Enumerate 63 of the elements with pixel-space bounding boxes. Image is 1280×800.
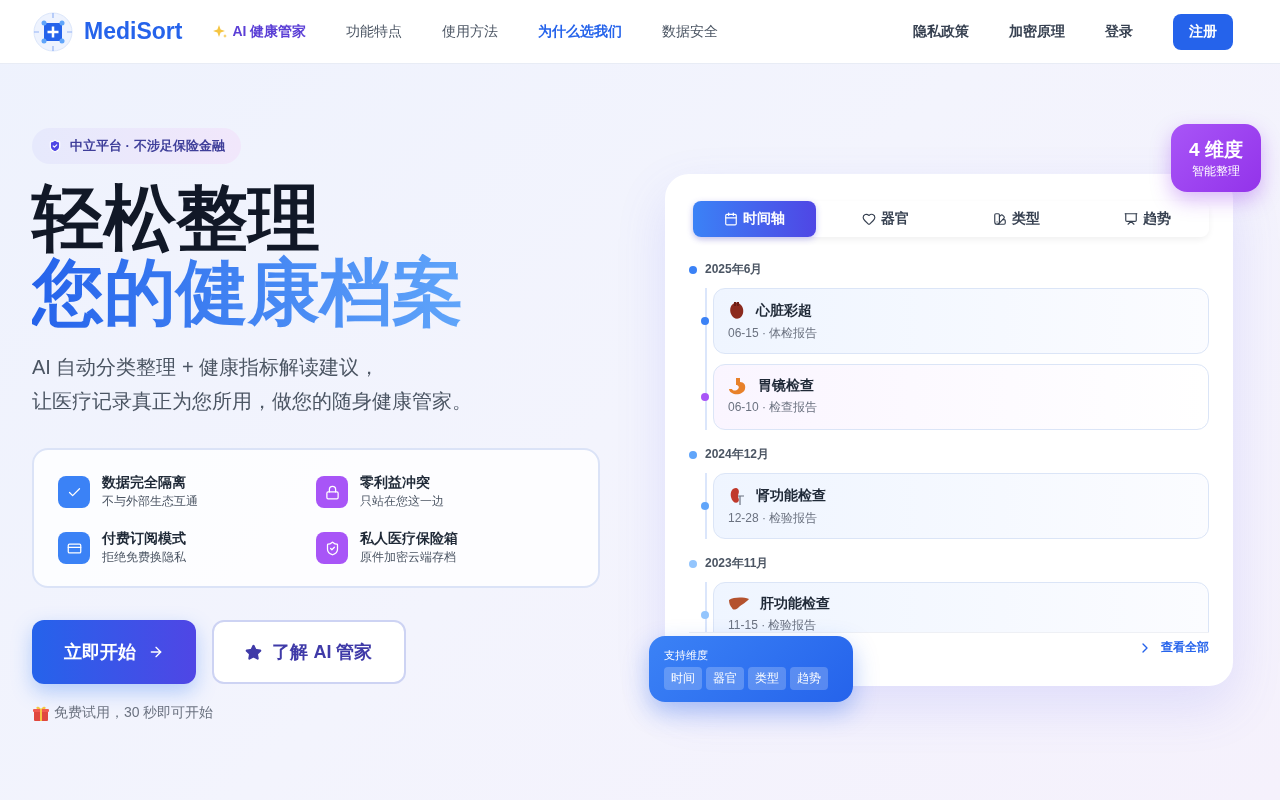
record-card[interactable]: 心脏彩超 06-15 · 体检报告 [713, 288, 1209, 354]
feature-text: 拒绝免费换隐私 [102, 549, 186, 566]
feature-title: 数据完全隔离 [102, 474, 187, 492]
nav-link[interactable]: 为什么选我们 [538, 22, 623, 41]
star-icon [245, 643, 263, 661]
kidney-icon [728, 486, 746, 506]
badge-value: 4 维度 [1189, 137, 1243, 162]
record-meta: 12-28 · 检验报告 [728, 510, 819, 527]
heart-organ-icon [728, 301, 746, 321]
nav-link[interactable]: 加密原理 [1009, 22, 1065, 41]
view-all-link[interactable]: 查看全部 [1137, 639, 1209, 656]
record-meta: 06-10 · 检查报告 [728, 399, 819, 416]
stomach-icon [728, 377, 748, 395]
dimensions-title: 支持维度 [664, 648, 709, 663]
hero-subtitle: AI 自动分类整理 + 健康指标解读建议， 让医疗记录真正为您所用，做您的随身健康管家。 [32, 355, 473, 414]
record-card[interactable]: 肾功能检查 12-28 · 检验报告 [713, 473, 1209, 539]
gift-icon [32, 704, 50, 722]
sparkle-icon [212, 23, 229, 40]
calendar-icon [724, 212, 738, 226]
feature-title: 私人医疗保险箱 [360, 530, 458, 548]
dimension-tag: 类型 [748, 667, 786, 690]
feature-title: 零利益冲突 [360, 474, 431, 492]
chart-board-icon [1124, 212, 1138, 226]
heart-icon [862, 212, 876, 226]
shield-icon [48, 139, 62, 153]
arrow-right-icon [148, 644, 164, 660]
record-title: 肝功能检查 [760, 595, 830, 613]
record-title: 心脏彩超 [756, 302, 812, 320]
record-card[interactable]: 胃镜检查 06-10 · 检查报告 [713, 364, 1209, 430]
nav-link[interactable]: 功能特点 [346, 22, 403, 41]
feature-text: 只站在您这一边 [360, 493, 444, 510]
nav-link[interactable]: 隐私政策 [913, 22, 969, 41]
record-meta: 06-15 · 体检报告 [728, 325, 819, 342]
liver-icon [728, 596, 750, 612]
record-card[interactable]: 肝功能检查 11-15 · 检验报告 [713, 582, 1209, 632]
nav-link[interactable]: AI 健康管家 [212, 22, 307, 41]
record-title: 胃镜检查 [758, 377, 814, 395]
feature-text: 不与外部生态互通 [102, 493, 198, 510]
brand-name[interactable]: MediSort [84, 18, 183, 45]
view-tab[interactable]: 时间轴 [693, 201, 816, 237]
badge-text: 中立平台 · 不涉足保险金融 [70, 137, 225, 155]
learn-ai-button[interactable]: 了解 AI 管家 [212, 620, 406, 684]
trial-note: 免费试用，30 秒即可开始 [54, 704, 214, 722]
record-meta: 11-15 · 检验报告 [728, 617, 818, 632]
logo-icon [32, 10, 74, 53]
nav-link[interactable]: 使用方法 [442, 22, 499, 41]
hero-title-highlight: 您的健康档案 [32, 254, 464, 330]
feature-text: 原件加密云端存档 [360, 549, 457, 566]
feature-title: 付费订阅模式 [102, 530, 186, 548]
start-button[interactable]: 立即开始 [32, 620, 196, 684]
month-label: 2025年6月 [705, 261, 763, 278]
swatch-icon [993, 212, 1007, 226]
nav-link[interactable]: 数据安全 [662, 22, 719, 41]
signup-button[interactable]: 注册 [1173, 13, 1233, 50]
month-label: 2023年11月 [705, 555, 769, 572]
badge-caption: 智能整理 [1192, 162, 1240, 180]
dimension-tag: 趋势 [790, 667, 828, 690]
dimension-tag: 器官 [706, 667, 744, 690]
nav-link[interactable]: 登录 [1105, 22, 1133, 41]
record-title: 肾功能检查 [756, 487, 826, 505]
month-label: 2024年12月 [705, 446, 770, 463]
hero-title: 轻松整理 [32, 182, 320, 254]
dimension-tag: 时间 [664, 667, 702, 690]
